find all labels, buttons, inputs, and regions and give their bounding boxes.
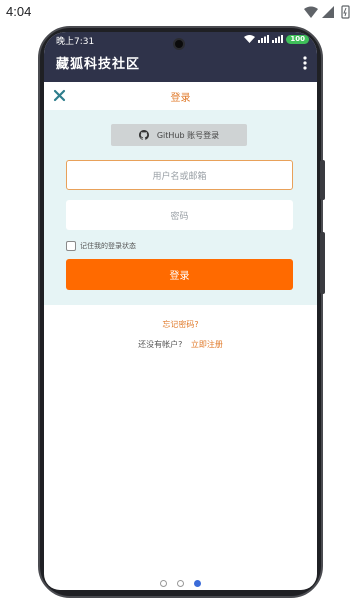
status-bar-time: 晚上7:31 bbox=[56, 37, 95, 47]
emulator-status-icons bbox=[304, 5, 350, 19]
page-indicator bbox=[44, 580, 317, 588]
username-placeholder: 用户名或邮箱 bbox=[152, 171, 207, 182]
login-form: GitHub 账号登录 用户名或邮箱 密码 记住我的登录状态 登录 bbox=[44, 110, 317, 305]
phone-screen: 晚上7:31 100 藏狐科技社区 登录 GitHub 账号登录 用户名或邮箱 … bbox=[44, 32, 317, 590]
forgot-password-link[interactable]: 忘记密码? bbox=[44, 319, 317, 330]
password-placeholder: 密码 bbox=[170, 211, 189, 222]
signal-icon bbox=[258, 35, 270, 43]
remember-me-checkbox[interactable] bbox=[66, 241, 76, 251]
login-submit-label: 登录 bbox=[169, 271, 190, 282]
github-login-label: GitHub 账号登录 bbox=[156, 130, 220, 140]
page-dot[interactable] bbox=[160, 580, 167, 587]
remember-me-row[interactable]: 记住我的登录状态 bbox=[66, 240, 136, 252]
page-dot[interactable] bbox=[177, 580, 184, 587]
username-field[interactable]: 用户名或邮箱 bbox=[66, 160, 293, 190]
login-submit-button[interactable]: 登录 bbox=[66, 259, 293, 290]
emulator-clock: 4:04 bbox=[6, 4, 32, 19]
front-camera bbox=[173, 38, 185, 50]
register-link[interactable]: 立即注册 bbox=[191, 340, 223, 349]
github-login-button[interactable]: GitHub 账号登录 bbox=[111, 124, 247, 146]
password-field[interactable]: 密码 bbox=[66, 200, 293, 230]
wifi-icon bbox=[304, 6, 318, 18]
no-account-prompt: 还没有帐户? bbox=[138, 340, 183, 349]
signal-icon bbox=[322, 6, 334, 18]
volume-button bbox=[320, 160, 325, 200]
wifi-icon bbox=[244, 35, 256, 43]
register-row: 还没有帐户? 立即注册 bbox=[44, 339, 317, 350]
power-button bbox=[320, 232, 325, 294]
remember-me-label: 记住我的登录状态 bbox=[80, 242, 136, 250]
page-dot[interactable] bbox=[194, 580, 201, 587]
signal-icon-2 bbox=[272, 35, 284, 43]
battery-level: 100 bbox=[286, 34, 309, 44]
emulator-status-bar: 4:04 bbox=[0, 0, 360, 26]
app-title: 藏狐科技社区 bbox=[56, 57, 141, 72]
github-icon bbox=[138, 130, 149, 140]
login-title: 登录 bbox=[170, 93, 191, 104]
more-menu-icon[interactable] bbox=[303, 56, 307, 70]
login-header: 登录 bbox=[44, 82, 317, 110]
battery-icon bbox=[341, 5, 350, 19]
status-bar-icons: 100 bbox=[244, 34, 309, 44]
